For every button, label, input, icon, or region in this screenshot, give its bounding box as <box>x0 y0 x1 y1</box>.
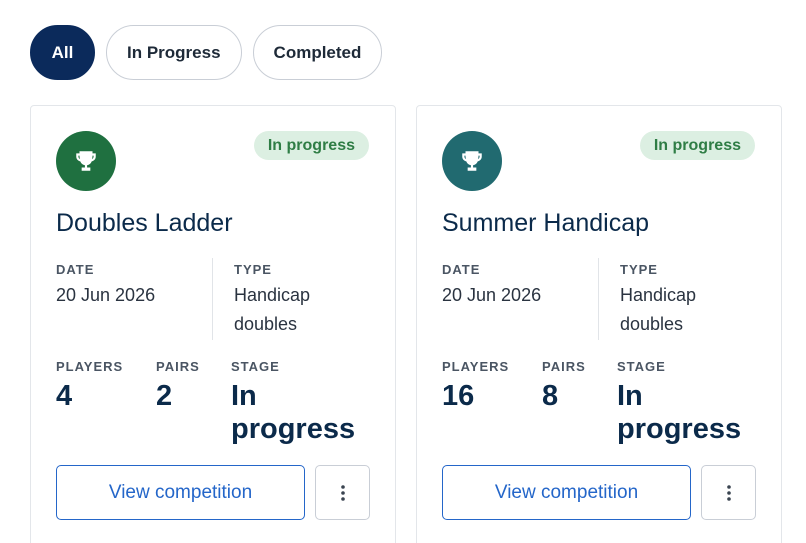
more-options-button[interactable] <box>315 465 370 520</box>
more-vertical-icon <box>340 484 345 501</box>
type-value-line1: Handicap <box>234 285 311 305</box>
view-competition-button[interactable]: View competition <box>442 465 691 520</box>
players-label: PLAYERS <box>442 359 510 374</box>
trophy-icon <box>56 131 116 191</box>
trophy-icon <box>442 131 502 191</box>
competition-title: Doubles Ladder <box>56 209 233 237</box>
date-value: 20 Jun 2026 <box>56 285 156 305</box>
filter-bar: All In Progress Completed <box>30 25 383 80</box>
type-value-line1: Handicap <box>620 285 697 305</box>
stage-value-line2: progress <box>231 413 356 445</box>
players-value: 16 <box>442 380 475 412</box>
stage-value-line1: In <box>231 380 257 412</box>
pairs-value: 2 <box>156 380 173 412</box>
stage-value-line2: progress <box>617 413 742 445</box>
date-value: 20 Jun 2026 <box>442 285 542 305</box>
pairs-label: PAIRS <box>156 359 200 374</box>
view-competition-button[interactable]: View competition <box>56 465 305 520</box>
type-label: TYPE <box>620 262 658 277</box>
players-label: PLAYERS <box>56 359 124 374</box>
type-value-line2: doubles <box>620 314 684 334</box>
divider <box>598 258 599 340</box>
pairs-value: 8 <box>542 380 559 412</box>
competition-card: In progress Summer Handicap DATE 20 Jun … <box>416 105 782 543</box>
stage-label: STAGE <box>617 359 666 374</box>
more-options-button[interactable] <box>701 465 756 520</box>
status-badge: In progress <box>253 131 369 160</box>
more-vertical-icon <box>726 484 731 501</box>
filter-in-progress[interactable]: In Progress <box>106 25 242 80</box>
pairs-label: PAIRS <box>542 359 586 374</box>
players-value: 4 <box>56 380 73 412</box>
status-badge: In progress <box>639 131 755 160</box>
stage-value-line1: In <box>617 380 643 412</box>
filter-all[interactable]: All <box>30 25 95 80</box>
filter-completed[interactable]: Completed <box>252 25 383 80</box>
type-value-line2: doubles <box>234 314 298 334</box>
competition-title: Summer Handicap <box>442 209 650 237</box>
date-label: DATE <box>442 262 481 277</box>
date-label: DATE <box>56 262 95 277</box>
type-label: TYPE <box>234 262 272 277</box>
divider <box>212 258 213 340</box>
competition-card: In progress Doubles Ladder DATE 20 Jun 2… <box>30 105 396 543</box>
stage-label: STAGE <box>231 359 280 374</box>
